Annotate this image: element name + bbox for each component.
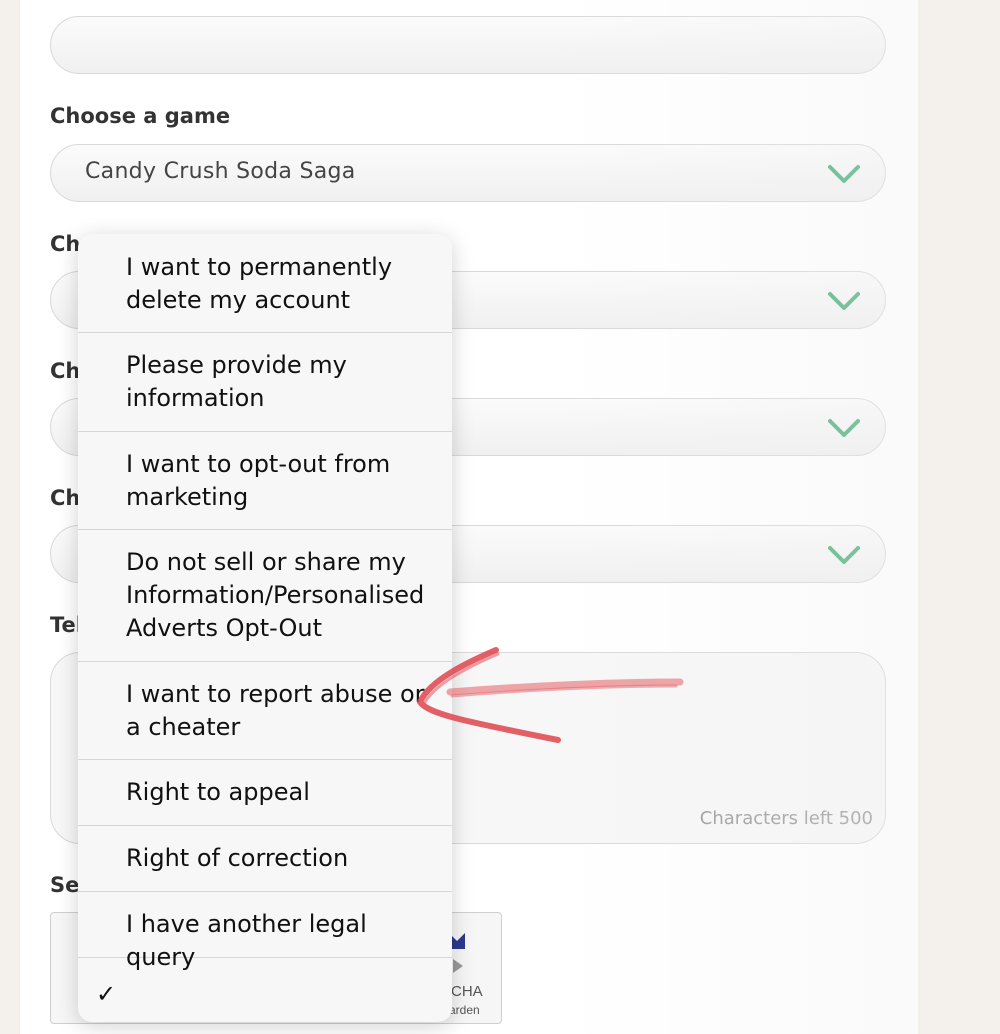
captcha-brand: CHA [451, 983, 483, 1000]
menu-item-right-to-appeal[interactable]: Right to appeal [78, 760, 452, 826]
menu-item-label: Right to appeal [126, 778, 310, 806]
game-select-value: Candy Crush Soda Saga [85, 159, 356, 184]
menu-item-provide-information[interactable]: Please provide my information [78, 333, 452, 432]
menu-item-label: Right of correction [126, 844, 349, 872]
top-field[interactable] [50, 16, 886, 74]
menu-item-label: I want to opt-out from marketing [126, 450, 391, 511]
play-icon [453, 959, 463, 973]
captcha-subtext: arden [449, 1003, 480, 1017]
characters-left: Characters left 500 [699, 808, 873, 829]
menu-item-right-of-correction[interactable]: Right of correction [78, 826, 452, 892]
menu-item-label: I want to report abuse or a cheater [126, 680, 425, 741]
menu-item-other-legal-query[interactable]: I have another legal query [78, 892, 452, 971]
category-label: Ch [50, 232, 81, 256]
reason-dropdown-menu: I want to permanently delete my account … [78, 234, 452, 1022]
game-select[interactable]: Candy Crush Soda Saga [50, 144, 886, 202]
field-3-label: Ch [50, 359, 81, 383]
chevron-down-icon [828, 165, 860, 183]
menu-item-do-not-sell[interactable]: Do not sell or share my Information/Pers… [78, 530, 452, 662]
security-label: Se [50, 873, 80, 897]
menu-item-opt-out-marketing[interactable]: I want to opt-out from marketing [78, 432, 452, 530]
checkmark-icon: ✓ [96, 980, 117, 1008]
chevron-down-icon [828, 292, 860, 310]
menu-item-delete-account[interactable]: I want to permanently delete my account [78, 234, 452, 333]
menu-item-report-abuse[interactable]: I want to report abuse or a cheater [78, 662, 452, 760]
menu-item-label: Please provide my information [126, 351, 347, 412]
field-4-label: Ch [50, 486, 81, 510]
menu-item-selected-empty[interactable]: ✓ [78, 958, 452, 1022]
chevron-down-icon [828, 419, 860, 437]
menu-item-label: I want to permanently delete my account [126, 253, 393, 314]
choose-game-label: Choose a game [50, 104, 231, 128]
menu-item-label: Do not sell or share my Information/Pers… [126, 548, 425, 642]
chevron-down-icon [828, 546, 860, 564]
